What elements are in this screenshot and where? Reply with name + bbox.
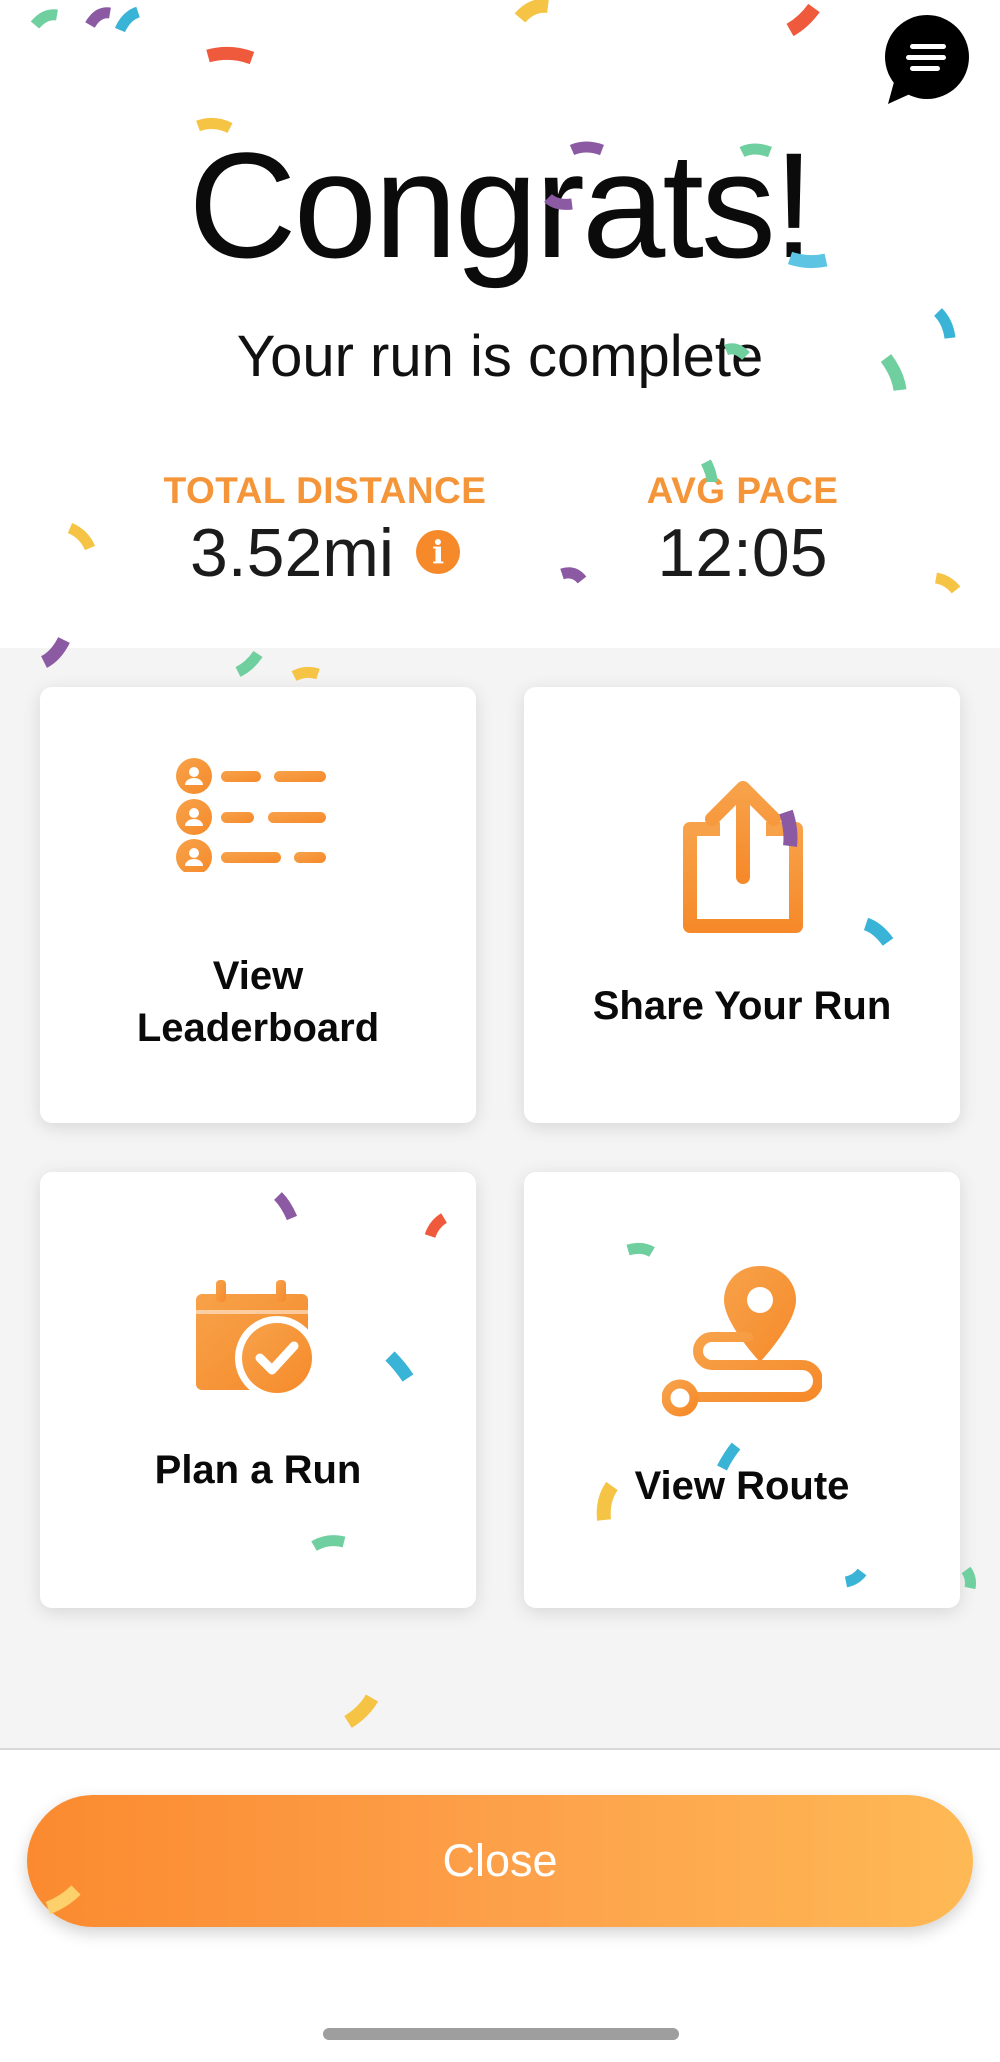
leaderboard-icon xyxy=(176,758,326,872)
avg-pace-value: 12:05 xyxy=(657,515,828,591)
view-leaderboard-label: View Leaderboard xyxy=(136,954,380,1050)
plan-a-run-label: Plan a Run xyxy=(154,1448,362,1492)
share-your-run-card[interactable]: Share Your Run xyxy=(524,687,960,1123)
plan-a-run-card[interactable]: Plan a Run xyxy=(40,1172,476,1608)
share-your-run-label: Share Your Run xyxy=(592,984,892,1028)
total-distance-label: TOTAL DISTANCE xyxy=(163,470,487,511)
chat-icon xyxy=(885,15,969,104)
view-leaderboard-card[interactable]: View Leaderboard xyxy=(40,687,476,1123)
avg-pace-label: AVG PACE xyxy=(646,470,839,511)
page-title: Congrats! xyxy=(188,121,814,289)
total-distance-stat: TOTAL DISTANCE 3.52mi i xyxy=(155,470,495,591)
close-button[interactable]: Close xyxy=(27,1795,973,1927)
route-pin-icon xyxy=(662,1266,822,1417)
calendar-check-icon xyxy=(196,1280,318,1400)
page-subtitle: Your run is complete xyxy=(236,324,764,389)
total-distance-value: 3.52mi xyxy=(189,515,395,591)
info-icon[interactable]: i xyxy=(416,530,461,575)
avg-pace-stat: AVG PACE 12:05 xyxy=(630,470,855,591)
home-indicator[interactable] xyxy=(323,2028,679,2040)
view-route-label: View Route xyxy=(634,1464,850,1508)
view-route-card[interactable]: View Route xyxy=(524,1172,960,1608)
chat-button[interactable] xyxy=(880,14,970,104)
share-icon xyxy=(683,781,803,933)
total-distance-value-row: 3.52mi i xyxy=(155,516,495,591)
